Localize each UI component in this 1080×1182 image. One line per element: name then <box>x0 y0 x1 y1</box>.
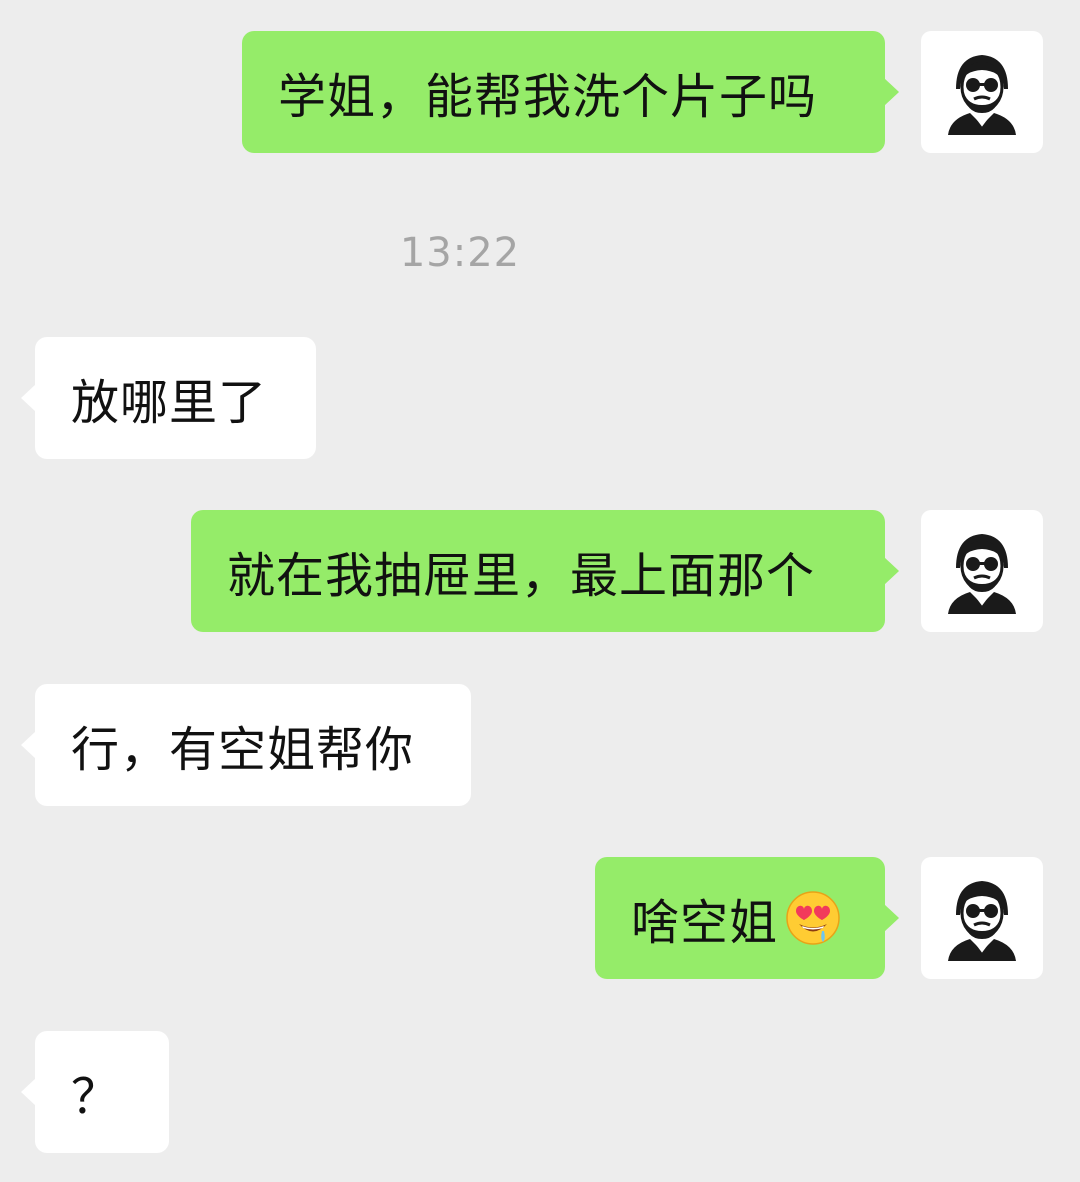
man-sunglasses-beard-avatar-icon <box>948 881 1016 961</box>
message-text: 学姐，能帮我洗个片子吗 <box>278 69 818 125</box>
message-text: 放哪里了 <box>71 375 268 431</box>
my-avatar[interactable] <box>921 857 1043 979</box>
incoming-message-bubble[interactable]: 放哪里了 <box>21 337 316 459</box>
incoming-message-bubble[interactable]: ？ <box>21 1031 169 1153</box>
my-avatar[interactable] <box>921 510 1043 632</box>
outgoing-message-bubble[interactable]: 就在我抽屉里，最上面那个 <box>191 510 899 632</box>
man-sunglasses-beard-avatar-icon <box>948 534 1016 614</box>
outgoing-message-bubble[interactable]: 学姐，能帮我洗个片子吗 <box>242 31 899 153</box>
message-timestamp: 13:22 <box>399 230 521 276</box>
message-text: 就在我抽屉里，最上面那个 <box>227 548 816 604</box>
my-avatar[interactable] <box>921 31 1043 153</box>
message-text: ？ <box>71 1069 121 1125</box>
message-text: 行，有空姐帮你 <box>71 722 415 778</box>
incoming-message-bubble[interactable]: 行，有空姐帮你 <box>21 684 471 806</box>
outgoing-message-bubble[interactable]: 啥空姐 <box>595 857 899 979</box>
man-sunglasses-beard-avatar-icon <box>948 55 1016 135</box>
heart-eyes-drooling-emoji <box>786 891 840 945</box>
message-text: 啥空姐 <box>631 895 779 951</box>
